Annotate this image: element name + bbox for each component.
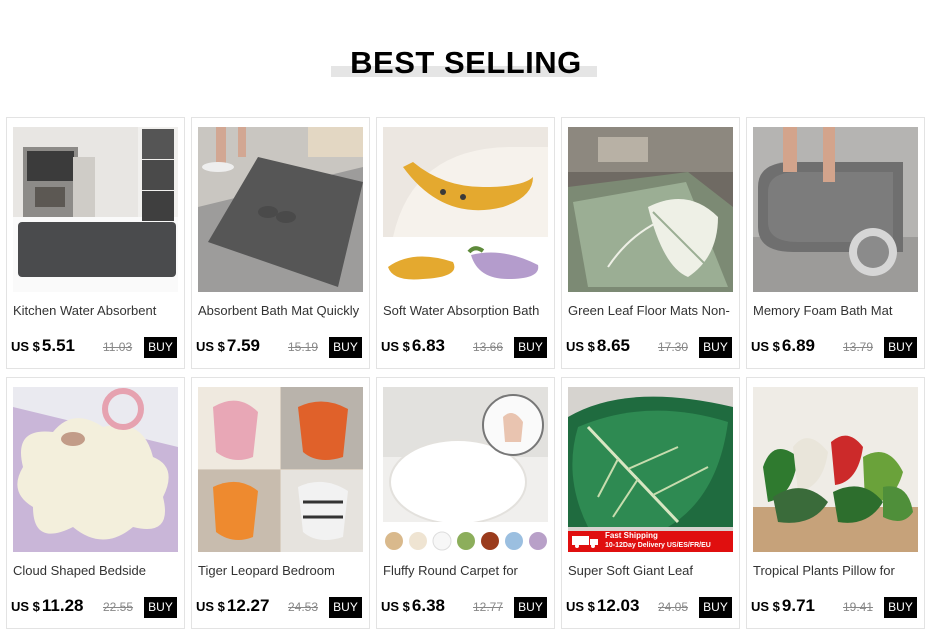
product-image[interactable] <box>753 127 918 292</box>
price-amount: 12.27 <box>226 596 270 615</box>
product-name[interactable]: Tropical Plants Pillow for <box>753 563 919 578</box>
swatch-green <box>457 532 475 550</box>
product-card[interactable]: Absorbent Bath Mat Quickly US $7.59 15.1… <box>191 117 370 369</box>
price-currency: US $ <box>751 599 780 614</box>
buy-button[interactable]: BUY <box>884 597 917 618</box>
product-price: US $6.38 <box>381 596 445 616</box>
product-image[interactable] <box>568 387 733 552</box>
original-price: 12.77 <box>473 600 504 614</box>
product-card[interactable]: Soft Water Absorption Bath US $6.83 13.6… <box>376 117 555 369</box>
product-image[interactable] <box>198 127 363 292</box>
product-price: US $9.71 <box>751 596 815 616</box>
product-image[interactable] <box>383 387 548 552</box>
buy-button[interactable]: BUY <box>144 597 177 618</box>
product-name[interactable]: Memory Foam Bath Mat <box>753 303 919 318</box>
price-currency: US $ <box>381 339 410 354</box>
original-price: 13.66 <box>473 340 504 354</box>
swatch-tan <box>385 532 403 550</box>
price-currency: US $ <box>751 339 780 354</box>
product-price: US $11.28 <box>11 596 84 616</box>
price-currency: US $ <box>196 339 225 354</box>
price-currency: US $ <box>11 599 40 614</box>
product-card[interactable]: Memory Foam Bath Mat US $6.89 13.79 BUY <box>746 117 925 369</box>
product-name[interactable]: Soft Water Absorption Bath <box>383 303 549 318</box>
product-image[interactable] <box>13 387 178 552</box>
original-price: 13.79 <box>843 340 874 354</box>
price-currency: US $ <box>566 339 595 354</box>
product-price: US $12.03 <box>566 596 639 616</box>
original-price: 24.05 <box>658 600 689 614</box>
product-image[interactable] <box>198 387 363 552</box>
price-amount: 7.59 <box>226 336 260 355</box>
buy-button[interactable]: BUY <box>514 337 547 358</box>
original-price: 24.53 <box>288 600 319 614</box>
buy-button[interactable]: BUY <box>144 337 177 358</box>
buy-button[interactable]: BUY <box>514 597 547 618</box>
product-price: US $12.27 <box>196 596 269 616</box>
price-amount: 11.28 <box>41 596 84 615</box>
product-card[interactable]: Fluffy Round Carpet for US $6.38 12.77 B… <box>376 377 555 629</box>
product-name[interactable]: Super Soft Giant Leaf <box>568 563 734 578</box>
product-price: US $8.65 <box>566 336 630 356</box>
product-image[interactable] <box>383 127 548 292</box>
product-card[interactable]: Cloud Shaped Bedside US $11.28 22.55 BUY <box>6 377 185 629</box>
badge-line-2: 10-12Day Delivery US/ES/FR/EU <box>605 542 711 549</box>
section-header: BEST SELLING <box>0 0 932 110</box>
original-price: 19.41 <box>843 600 874 614</box>
product-image[interactable] <box>568 127 733 292</box>
product-card[interactable]: Fast Shipping 10-12Day Delivery US/ES/FR… <box>561 377 740 629</box>
price-amount: 9.71 <box>781 596 815 615</box>
product-card[interactable]: Green Leaf Floor Mats Non- US $8.65 17.3… <box>561 117 740 369</box>
swatch-blue <box>505 532 523 550</box>
product-name[interactable]: Kitchen Water Absorbent <box>13 303 179 318</box>
original-price: 15.19 <box>288 340 319 354</box>
original-price: 17.30 <box>658 340 689 354</box>
price-currency: US $ <box>196 599 225 614</box>
swatch-white <box>432 531 452 551</box>
swatch-purple <box>529 532 547 550</box>
truck-icon <box>572 535 600 548</box>
original-price: 22.55 <box>103 600 134 614</box>
buy-button[interactable]: BUY <box>699 597 732 618</box>
product-card[interactable]: Tropical Plants Pillow for US $9.71 19.4… <box>746 377 925 629</box>
product-name[interactable]: Fluffy Round Carpet for <box>383 563 549 578</box>
price-currency: US $ <box>11 339 40 354</box>
section-title: BEST SELLING <box>350 45 582 80</box>
product-name[interactable]: Absorbent Bath Mat Quickly <box>198 303 364 318</box>
product-price: US $7.59 <box>196 336 260 356</box>
product-card[interactable]: Kitchen Water Absorbent US $5.51 11.03 B… <box>6 117 185 369</box>
swatch-beige <box>409 532 427 550</box>
buy-button[interactable]: BUY <box>329 337 362 358</box>
price-amount: 8.65 <box>596 336 630 355</box>
price-amount: 12.03 <box>596 596 640 615</box>
price-currency: US $ <box>566 599 595 614</box>
product-image[interactable] <box>13 127 178 292</box>
swatch-brown <box>481 532 499 550</box>
price-amount: 5.51 <box>41 336 75 355</box>
product-image[interactable] <box>753 387 918 552</box>
product-price: US $6.89 <box>751 336 815 356</box>
price-currency: US $ <box>381 599 410 614</box>
buy-button[interactable]: BUY <box>884 337 917 358</box>
original-price: 11.03 <box>103 340 133 354</box>
product-card[interactable]: Tiger Leopard Bedroom US $12.27 24.53 BU… <box>191 377 370 629</box>
product-price: US $6.83 <box>381 336 445 356</box>
badge-line-1: Fast Shipping <box>605 531 658 540</box>
price-amount: 6.38 <box>411 596 445 615</box>
product-price: US $5.51 <box>11 336 75 356</box>
fast-shipping-badge: Fast Shipping 10-12Day Delivery US/ES/FR… <box>568 531 733 552</box>
product-name[interactable]: Tiger Leopard Bedroom <box>198 563 364 578</box>
color-swatches <box>383 530 548 552</box>
product-name[interactable]: Cloud Shaped Bedside <box>13 563 179 578</box>
buy-button[interactable]: BUY <box>699 337 732 358</box>
price-amount: 6.89 <box>781 336 815 355</box>
price-amount: 6.83 <box>411 336 445 355</box>
product-name[interactable]: Green Leaf Floor Mats Non- <box>568 303 734 318</box>
buy-button[interactable]: BUY <box>329 597 362 618</box>
